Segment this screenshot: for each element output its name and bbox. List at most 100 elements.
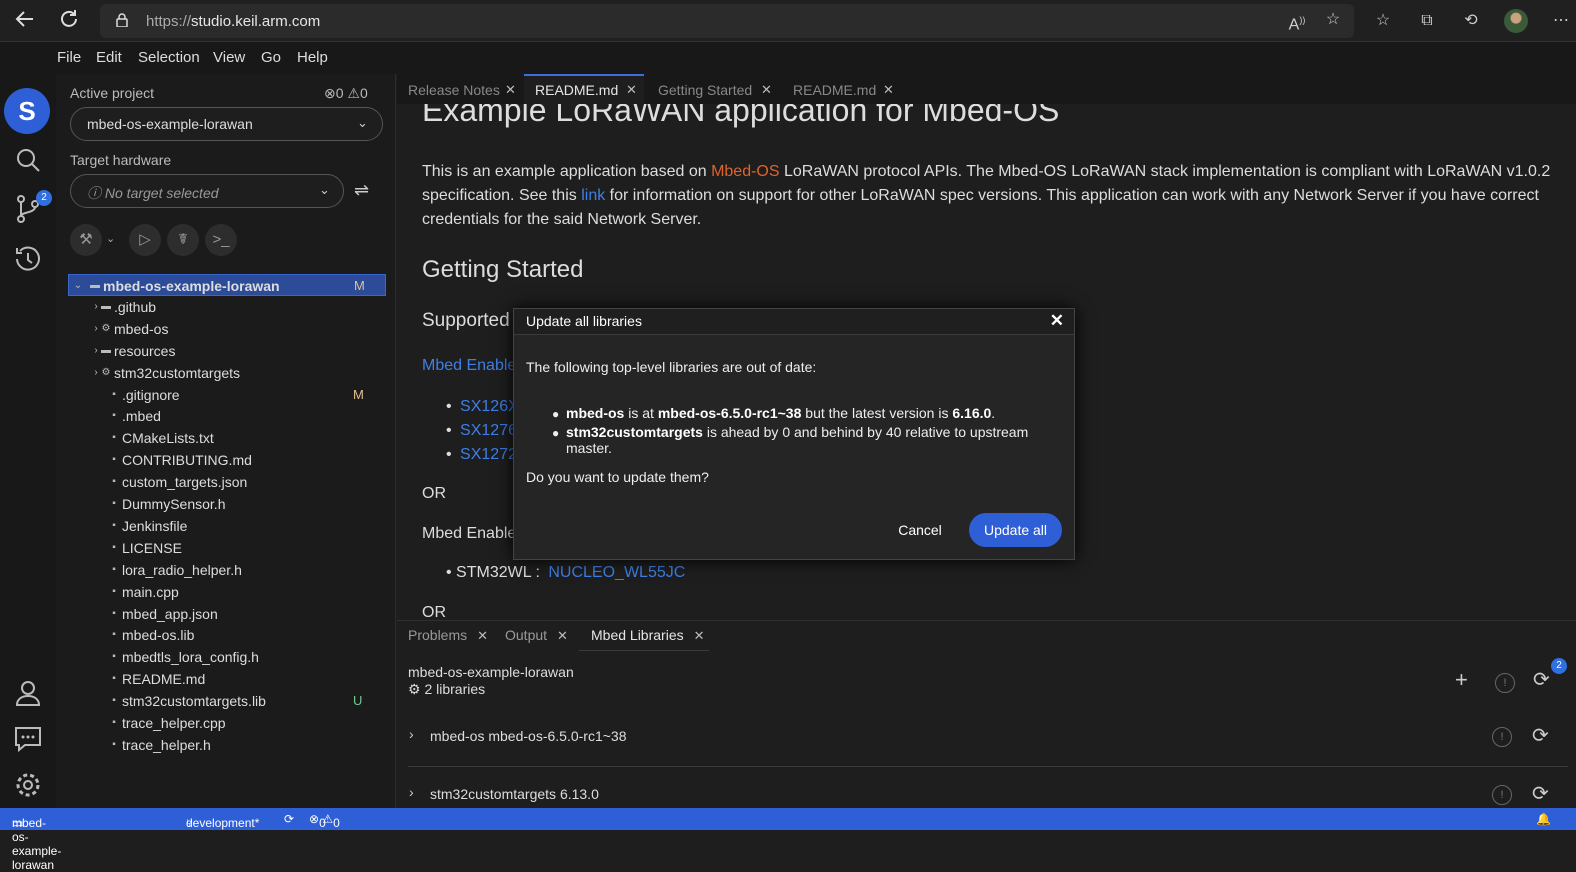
tree-file[interactable]: ▪ lora_radio_helper.h bbox=[68, 559, 386, 581]
mbed-os-link[interactable]: Mbed-OS bbox=[711, 163, 779, 180]
back-arrow-icon[interactable] bbox=[12, 8, 38, 34]
active-project-select[interactable]: mbed-os-example-lorawan ⌄ bbox=[70, 107, 383, 141]
close-icon[interactable]: ✕ bbox=[761, 74, 772, 106]
update-all-button[interactable]: Update all bbox=[969, 513, 1062, 547]
sync-icon[interactable]: ⟳ bbox=[1532, 781, 1549, 806]
menu-help[interactable]: Help bbox=[297, 49, 328, 66]
keil-studio-logo-icon[interactable]: S bbox=[4, 88, 50, 134]
tree-file[interactable]: ▪ .gitignore M bbox=[68, 384, 386, 406]
tab-problems[interactable]: Problems ✕ bbox=[408, 627, 488, 644]
url-text: https://studio.keil.arm.com bbox=[146, 13, 321, 30]
tree-folder[interactable]: › ▬ resources bbox=[68, 340, 386, 362]
close-icon[interactable]: ✕ bbox=[557, 628, 568, 643]
run-play-icon[interactable]: ▷ bbox=[129, 224, 161, 256]
history-icon[interactable]: ⟲ bbox=[1460, 10, 1482, 32]
tree-file[interactable]: ▪ mbed-os.lib bbox=[68, 624, 386, 646]
sync-icon[interactable]: ⟳ bbox=[284, 812, 294, 826]
tab-readme-active[interactable]: README.md ✕ bbox=[524, 74, 644, 104]
sx126x-link[interactable]: SX126X bbox=[460, 398, 519, 415]
library-name: stm32customtargets 6.13.0 bbox=[430, 786, 599, 802]
tab-release-notes[interactable]: Release Notes ✕ bbox=[397, 74, 524, 104]
tree-file[interactable]: ▪ CONTRIBUTING.md bbox=[68, 449, 386, 471]
menu-edit[interactable]: Edit bbox=[96, 49, 122, 66]
bullet-icon: ● bbox=[552, 407, 560, 421]
sx1276-link[interactable]: SX1276 bbox=[460, 422, 517, 439]
close-icon[interactable]: ✕ bbox=[694, 628, 705, 643]
problem-counts[interactable]: ⊗0 ⚠0 bbox=[324, 85, 368, 102]
more-icon[interactable]: ⋯ bbox=[1550, 10, 1572, 32]
read-aloud-icon[interactable]: A)) bbox=[1286, 9, 1308, 33]
info-icon[interactable]: ! bbox=[1492, 727, 1512, 747]
tree-folder[interactable]: › ▬ .github bbox=[68, 296, 386, 318]
usb-connect-icon[interactable]: ⇌ bbox=[354, 180, 369, 201]
status-problems[interactable]: ⊗ 0 ⚠ 0 bbox=[309, 812, 340, 830]
target-hardware-label: Target hardware bbox=[70, 152, 172, 168]
tree-file[interactable]: ▪ custom_targets.json bbox=[68, 471, 386, 493]
tree-file[interactable]: ▪ trace_helper.cpp bbox=[68, 712, 386, 734]
tree-file[interactable]: ▪ mbedtls_lora_config.h bbox=[68, 646, 386, 668]
explorer-sidebar: Active project ⊗0 ⚠0 mbed-os-example-lor… bbox=[56, 74, 396, 808]
timeline-history-icon[interactable] bbox=[9, 240, 47, 278]
close-icon[interactable]: ✕ bbox=[1050, 311, 1064, 331]
tab-output[interactable]: Output ✕ bbox=[505, 627, 568, 644]
tree-folder[interactable]: › ⚙ stm32customtargets bbox=[68, 362, 386, 384]
tab-getting-started[interactable]: Getting Started ✕ bbox=[647, 74, 779, 104]
tab-readme[interactable]: README.md ✕ bbox=[782, 74, 902, 104]
tree-file[interactable]: ▪ mbed_app.json bbox=[68, 603, 386, 625]
tab-mbed-libraries[interactable]: Mbed Libraries ✕ bbox=[591, 627, 705, 644]
close-icon[interactable]: ✕ bbox=[883, 74, 894, 106]
terminal-icon[interactable]: >_ bbox=[205, 224, 237, 256]
profile-avatar[interactable] bbox=[1504, 9, 1528, 33]
sync-icon[interactable]: ⟳ bbox=[1532, 723, 1549, 748]
build-menu-chevron-icon[interactable]: ⌄ bbox=[106, 232, 115, 245]
library-project-name: mbed-os-example-lorawan bbox=[408, 664, 574, 680]
tree-file[interactable]: ▪ main.cpp bbox=[68, 581, 386, 603]
doc-mbed-enabled-text: Mbed Enable bbox=[422, 525, 517, 542]
settings-gear-icon[interactable] bbox=[9, 766, 47, 804]
nucleo-wl55jc-link[interactable]: NUCLEO_WL55JC bbox=[548, 564, 685, 581]
tree-root-folder[interactable]: ⌄ ▬ mbed-os-example-lorawan M bbox=[68, 274, 386, 296]
menu-file[interactable]: File bbox=[57, 49, 81, 66]
source-control-icon[interactable]: 2 bbox=[9, 190, 52, 228]
lock-icon[interactable] bbox=[116, 13, 128, 27]
tree-file[interactable]: ▪ DummySensor.h bbox=[68, 493, 386, 515]
menu-go[interactable]: Go bbox=[261, 49, 281, 66]
collections-icon[interactable]: ⧉ bbox=[1416, 10, 1438, 32]
target-hardware-select[interactable]: ⓘ No target selected ⌄ bbox=[70, 174, 344, 208]
mbed-enabled-link[interactable]: Mbed Enable bbox=[422, 354, 516, 378]
gear-icon: ⚙ bbox=[101, 366, 111, 378]
search-icon[interactable] bbox=[9, 142, 47, 180]
debug-bug-icon[interactable]: ☤ bbox=[167, 224, 199, 256]
tree-file[interactable]: ▪ .mbed bbox=[68, 405, 386, 427]
feedback-icon[interactable] bbox=[9, 720, 47, 758]
doc-heading-supported: Supported bbox=[422, 310, 510, 331]
address-bar[interactable]: https://studio.keil.arm.com A)) ☆ bbox=[100, 4, 1354, 38]
menu-view[interactable]: View bbox=[213, 49, 245, 66]
spec-link[interactable]: link bbox=[581, 187, 605, 204]
tree-file[interactable]: ▪ LICENSE bbox=[68, 537, 386, 559]
tree-folder[interactable]: › ⚙ mbed-os bbox=[68, 318, 386, 340]
tree-file[interactable]: ▪ stm32customtargets.lib U bbox=[68, 690, 386, 712]
tree-file[interactable]: ▪ CMakeLists.txt bbox=[68, 427, 386, 449]
sx1272-link[interactable]: SX1272 bbox=[460, 446, 517, 463]
bell-icon[interactable]: 🔔 bbox=[1536, 812, 1551, 826]
tree-file[interactable]: ▪ README.md bbox=[68, 668, 386, 690]
close-icon[interactable]: ✕ bbox=[626, 76, 637, 104]
tree-file[interactable]: ▪ Jenkinsfile bbox=[68, 515, 386, 537]
account-icon[interactable] bbox=[9, 674, 47, 712]
menu-selection[interactable]: Selection bbox=[138, 49, 200, 66]
sync-all-icon[interactable]: ⟳ bbox=[1533, 667, 1550, 692]
info-icon[interactable]: ! bbox=[1492, 785, 1512, 805]
favorite-add-icon[interactable]: ☆ bbox=[1322, 9, 1344, 31]
cancel-button[interactable]: Cancel bbox=[886, 513, 954, 547]
info-icon[interactable]: ! bbox=[1495, 673, 1515, 693]
refresh-icon[interactable] bbox=[56, 8, 82, 34]
favorites-icon[interactable]: ☆ bbox=[1372, 10, 1394, 32]
build-hammer-icon[interactable]: ⚒ bbox=[70, 224, 102, 256]
add-library-plus-icon[interactable]: + bbox=[1455, 667, 1468, 693]
close-icon[interactable]: ✕ bbox=[477, 628, 488, 643]
library-count: ⚙ 2 libraries bbox=[408, 681, 486, 697]
library-row[interactable]: › mbed-os mbed-os-6.5.0-rc1~38 ! ⟳ bbox=[408, 719, 1576, 759]
tree-file[interactable]: ▪ trace_helper.h bbox=[68, 734, 386, 756]
close-icon[interactable]: ✕ bbox=[505, 74, 516, 106]
